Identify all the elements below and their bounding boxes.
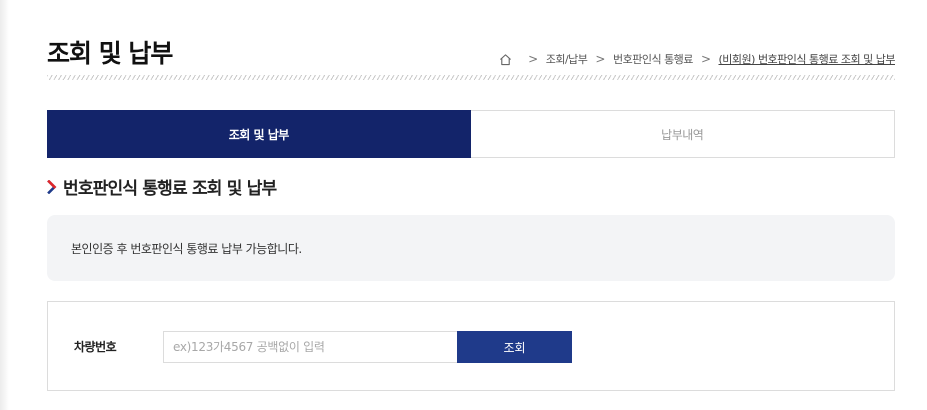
tab-payment-history[interactable]: 납부내역 xyxy=(470,110,895,158)
page-title: 조회 및 납부 xyxy=(47,39,173,68)
chevron-right-icon: > xyxy=(595,52,605,66)
chevron-right-icon xyxy=(47,179,57,194)
tab-inquiry-payment[interactable]: 조회 및 납부 xyxy=(47,110,471,158)
notice-text: 본인인증 후 번호판인식 통행료 납부 가능합니다. xyxy=(71,241,302,256)
tab-bar: 조회 및 납부 납부내역 xyxy=(47,110,895,158)
notice-box: 본인인증 후 번호판인식 통행료 납부 가능합니다. xyxy=(47,215,895,281)
search-form: 차량번호 조회 xyxy=(47,301,895,391)
breadcrumb-item-plate-toll[interactable]: 번호판인식 통행료 xyxy=(613,51,693,67)
home-icon[interactable] xyxy=(499,53,512,66)
section-heading: 번호판인식 통행료 조회 및 납부 xyxy=(47,174,277,199)
left-edge-shadow xyxy=(0,0,9,410)
section-title: 번호판인식 통행료 조회 및 납부 xyxy=(63,179,277,199)
search-button[interactable]: 조회 xyxy=(457,331,572,363)
car-number-input[interactable] xyxy=(163,331,458,363)
title-divider xyxy=(47,75,895,80)
breadcrumb-current[interactable]: (비회원) 번호판인식 통행료 조회 및 납부 xyxy=(719,51,896,67)
breadcrumb-item-inquiry-payment[interactable]: 조회/납부 xyxy=(546,51,588,67)
chevron-right-icon: > xyxy=(528,52,538,66)
breadcrumb: > 조회/납부 > 번호판인식 통행료 > (비회원) 번호판인식 통행료 조회… xyxy=(499,51,895,67)
chevron-right-icon: > xyxy=(700,52,711,66)
car-number-label: 차량번호 xyxy=(74,340,117,354)
